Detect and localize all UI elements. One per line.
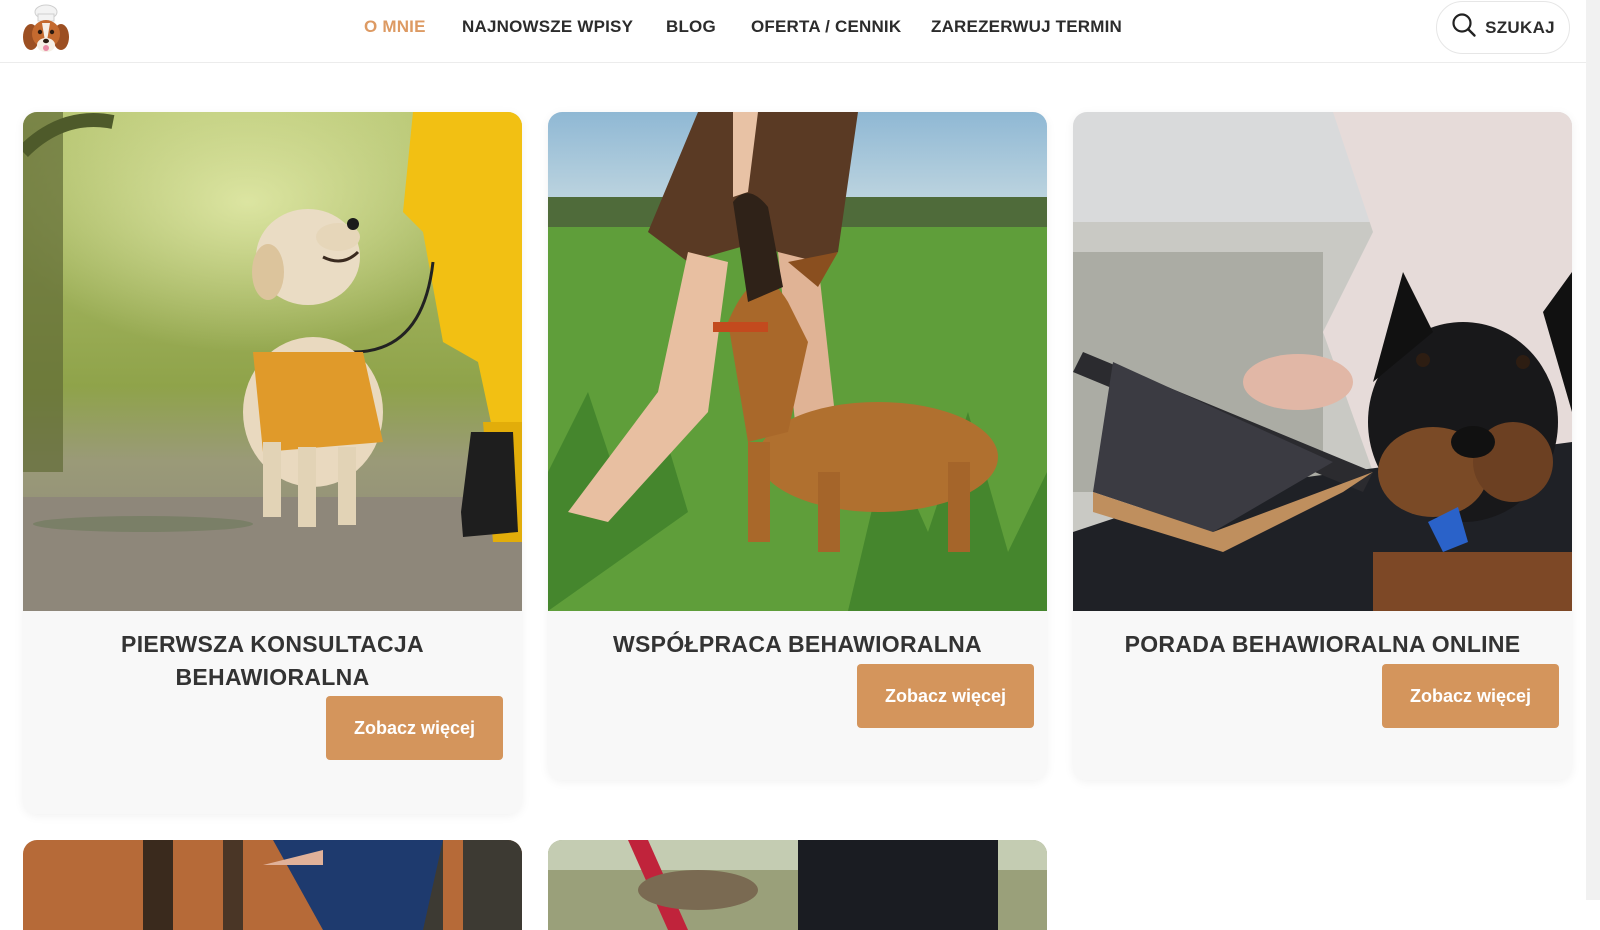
card-wspolpraca-behawioralna: WSPÓŁPRACA BEHAWIORALNA Zobacz więcej xyxy=(548,112,1047,780)
card-partial-2[interactable] xyxy=(548,840,1047,930)
card-porada-online: PORADA BEHAWIORALNA ONLINE Zobacz więcej xyxy=(1073,112,1572,780)
nav-item-o-mnie[interactable]: O MNIE xyxy=(364,17,426,37)
nav-item-oferta-cennik[interactable]: OFERTA / CENNIK xyxy=(751,17,901,37)
zobacz-wiecej-button[interactable]: Zobacz więcej xyxy=(1382,664,1559,728)
card-partial-1[interactable] xyxy=(23,840,522,930)
main-nav: O MNIE NAJNOWSZE WPISY BLOG OFERTA / CEN… xyxy=(0,0,1600,54)
search-label: SZUKAJ xyxy=(1485,17,1555,37)
search-button[interactable]: SZUKAJ xyxy=(1436,1,1570,54)
search-icon xyxy=(1451,12,1477,43)
card-image-puppy-with-tablet[interactable] xyxy=(1073,112,1572,611)
card-pierwsza-konsultacja: PIERWSZA KONSULTACJA BEHAWIORALNA Zobacz… xyxy=(23,112,522,814)
nav-item-najnowsze-wpisy[interactable]: NAJNOWSZE WPISY xyxy=(462,17,633,37)
card-title: PORADA BEHAWIORALNA ONLINE xyxy=(1124,631,1521,657)
card-title: PIERWSZA KONSULTACJA BEHAWIORALNA xyxy=(121,631,424,690)
site-header: O MNIE NAJNOWSZE WPISY BLOG OFERTA / CEN… xyxy=(0,0,1600,63)
card-title: WSPÓŁPRACA BEHAWIORALNA xyxy=(613,631,982,657)
page-scrollbar[interactable] xyxy=(1586,0,1600,900)
zobacz-wiecej-button[interactable]: Zobacz więcej xyxy=(326,696,503,760)
card-image-golden-retriever[interactable] xyxy=(23,112,522,611)
card-image-malinois-puppy[interactable] xyxy=(548,112,1047,611)
nav-item-blog[interactable]: BLOG xyxy=(666,17,716,37)
nav-item-zarezerwuj-termin[interactable]: ZAREZERWUJ TERMIN xyxy=(931,17,1122,37)
zobacz-wiecej-button[interactable]: Zobacz więcej xyxy=(857,664,1034,728)
